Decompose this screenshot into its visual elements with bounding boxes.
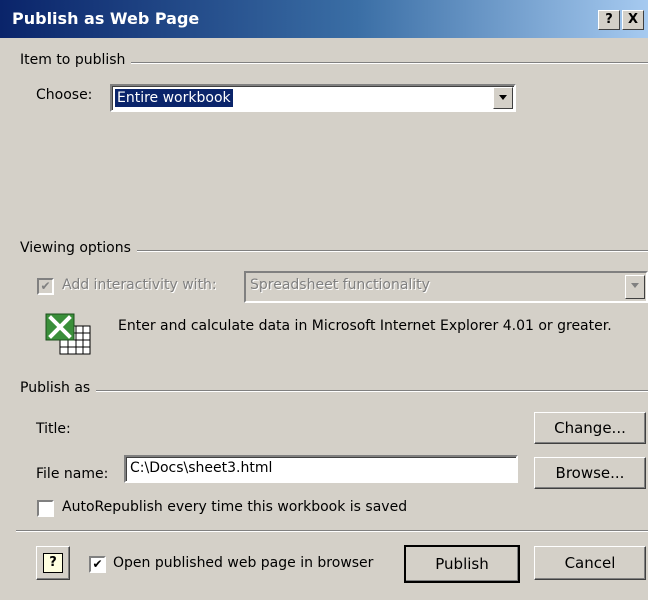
item-to-publish-label: Item to publish xyxy=(20,52,132,68)
file-name-label: File name: xyxy=(36,466,109,482)
change-button[interactable]: Change... xyxy=(534,412,646,444)
chevron-down-icon[interactable] xyxy=(625,275,645,299)
publish-as-divider xyxy=(20,390,648,392)
question-help-icon: ? xyxy=(43,553,63,573)
choose-label: Choose: xyxy=(36,87,93,103)
choose-combobox[interactable]: Entire workbook xyxy=(110,84,516,112)
choose-selected-value: Entire workbook xyxy=(114,88,234,108)
excel-spreadsheet-icon xyxy=(44,312,92,356)
open-in-browser-label: Open published web page in browser xyxy=(113,555,374,571)
interactivity-checkbox[interactable]: ✔ xyxy=(37,278,54,295)
file-name-input[interactable]: C:\Docs\sheet3.html xyxy=(124,455,518,483)
window-title: Publish as Web Page xyxy=(12,9,200,28)
autorepublish-label: AutoRepublish every time this workbook i… xyxy=(62,499,408,515)
chevron-down-icon[interactable] xyxy=(493,87,513,109)
cancel-button[interactable]: Cancel xyxy=(534,546,646,580)
open-in-browser-checkbox[interactable]: ✔ xyxy=(89,556,106,573)
interactivity-label: Add interactivity with: xyxy=(62,277,217,293)
autorepublish-checkbox[interactable] xyxy=(37,500,54,517)
help-button[interactable]: ? xyxy=(36,546,70,580)
interactivity-description: Enter and calculate data in Microsoft In… xyxy=(118,318,612,334)
title-label: Title: xyxy=(36,421,71,437)
footer-divider xyxy=(16,530,648,532)
interactivity-combobox[interactable]: Spreadsheet functionality xyxy=(244,271,648,303)
file-name-value: C:\Docs\sheet3.html xyxy=(130,460,273,476)
close-button[interactable]: X xyxy=(622,10,644,30)
publish-button[interactable]: Publish xyxy=(404,545,520,583)
browse-button[interactable]: Browse... xyxy=(534,457,646,489)
help-title-button[interactable]: ? xyxy=(598,10,620,30)
interactivity-value: Spreadsheet functionality xyxy=(250,277,430,293)
viewing-options-label: Viewing options xyxy=(20,240,137,256)
publish-as-label: Publish as xyxy=(20,380,97,396)
